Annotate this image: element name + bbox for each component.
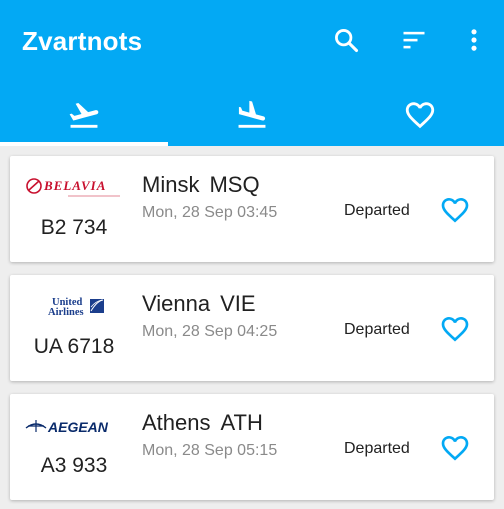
tab-departures[interactable] — [0, 88, 168, 142]
svg-text:BELAVIA: BELAVIA — [43, 178, 106, 193]
svg-text:AEGEAN: AEGEAN — [47, 419, 109, 435]
destination: Athens ATH — [142, 410, 263, 436]
sort-icon — [403, 31, 425, 49]
heart-outline-icon — [441, 317, 469, 342]
tab-arrivals[interactable] — [168, 88, 336, 142]
favorite-button[interactable] — [438, 194, 472, 226]
arrivals-icon — [238, 100, 266, 128]
status-label: Departed — [344, 202, 410, 219]
destination-city: Minsk — [142, 172, 200, 197]
svg-text:Airlines: Airlines — [48, 307, 84, 318]
status-label: Departed — [344, 321, 410, 338]
more-vert-icon — [471, 29, 477, 51]
destination-code: ATH — [220, 410, 263, 435]
departure-time: Mon, 28 Sep 03:45 — [142, 204, 278, 221]
destination-city: Athens — [142, 410, 211, 435]
departure-time: Mon, 28 Sep 05:15 — [142, 442, 278, 459]
destination-city: Vienna — [142, 291, 211, 316]
airline-logo-aegean: AEGEAN — [24, 406, 124, 446]
tab-indicator — [0, 142, 168, 146]
flight-number: A3 933 — [40, 454, 108, 477]
favorite-button[interactable] — [438, 313, 472, 345]
sort-button[interactable] — [398, 24, 430, 56]
departure-time: Mon, 28 Sep 04:25 — [142, 323, 278, 340]
flight-number: B2 734 — [40, 216, 108, 239]
destination-code: MSQ — [209, 172, 260, 197]
flight-number: UA 6718 — [33, 335, 115, 358]
app-title: Zvartnots — [22, 26, 143, 56]
heart-outline-icon — [441, 198, 469, 223]
favorite-button[interactable] — [438, 432, 472, 464]
flight-card[interactable]: United Airlines UA 6718 Vienna VIE Mon, 2… — [10, 275, 494, 381]
destination-code: VIE — [220, 291, 256, 316]
heart-outline-icon — [441, 436, 469, 461]
departures-icon — [69, 103, 99, 128]
search-button[interactable] — [330, 24, 362, 56]
search-icon — [335, 29, 359, 53]
airline-logo-belavia: BELAVIA — [24, 168, 124, 208]
destination: Vienna VIE — [142, 291, 256, 317]
favorites-heart-icon — [405, 102, 435, 129]
tab-favorites[interactable] — [336, 88, 504, 142]
flight-card[interactable]: AEGEAN A3 933 Athens ATH Mon, 28 Sep 05:1… — [10, 394, 494, 500]
flight-card[interactable]: BELAVIA B2 734 Minsk MSQ Mon, 28 Sep 03:4… — [10, 156, 494, 262]
app-bar: Zvartnots — [0, 0, 504, 146]
airline-logo-united: United Airlines — [24, 287, 124, 327]
more-options-button[interactable] — [458, 24, 490, 56]
status-label: Departed — [344, 440, 410, 457]
destination: Minsk MSQ — [142, 172, 260, 198]
